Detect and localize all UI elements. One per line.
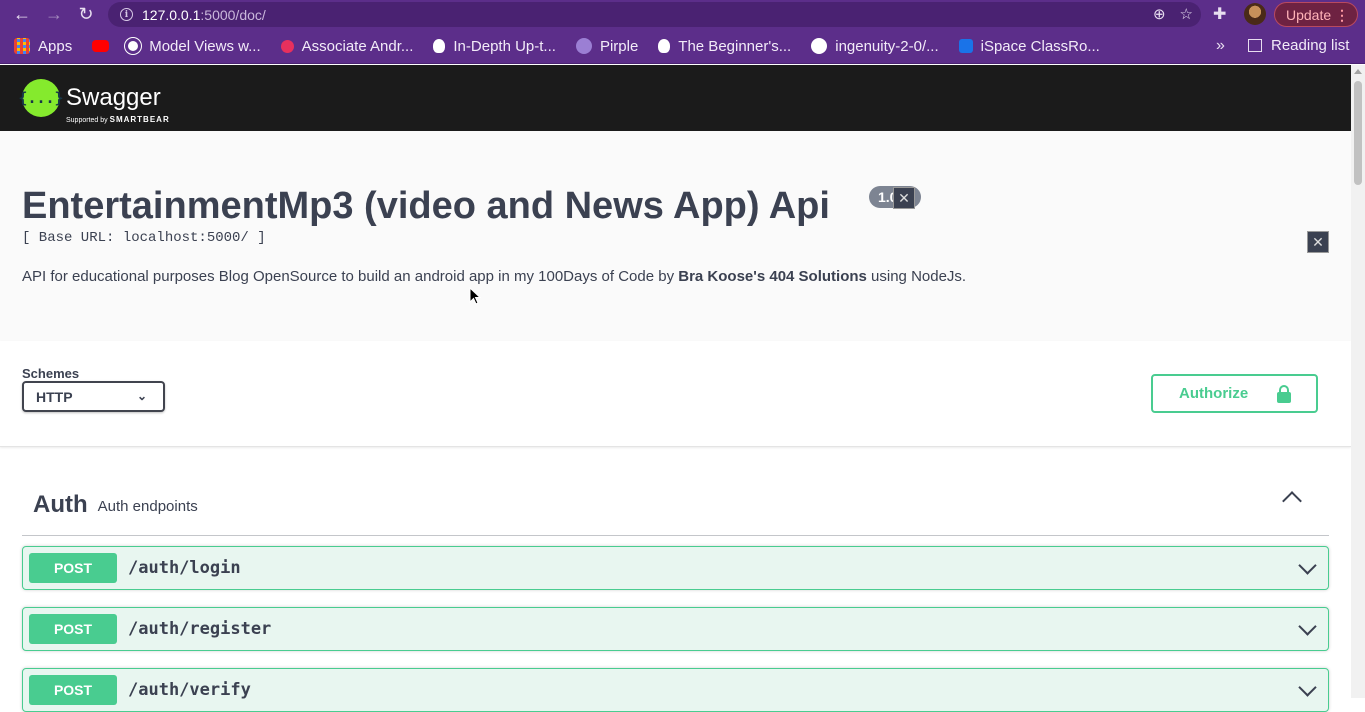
tag-description: Auth endpoints bbox=[97, 498, 198, 515]
bookmark-in-depth[interactable]: In-Depth Up-t... bbox=[433, 38, 556, 55]
description-text: using NodeJs. bbox=[866, 268, 967, 285]
schemes-selected: HTTP bbox=[36, 388, 73, 405]
bookmark-pirple[interactable]: Pirple bbox=[575, 37, 639, 55]
swagger-topbar: {...} Swagger Supported by SMARTBEAR bbox=[0, 65, 1351, 131]
bookmark-label: Pirple bbox=[599, 37, 639, 55]
bookmark-star-icon[interactable]: ☆ bbox=[1180, 5, 1193, 23]
apps-grid-icon bbox=[14, 38, 30, 54]
avatar[interactable] bbox=[1244, 3, 1266, 25]
owl-icon bbox=[658, 39, 671, 53]
github-icon bbox=[811, 38, 828, 54]
browser-toolbar: ← → ↻ i 127.0.0.1:5000/doc/ ⊕ ☆ ✚ Update… bbox=[0, 0, 1365, 29]
bookmark-label: The Beginner's... bbox=[678, 37, 792, 55]
reading-list-icon bbox=[1248, 39, 1262, 52]
address-bar[interactable]: i 127.0.0.1:5000/doc/ ⊕ ☆ bbox=[108, 2, 1201, 27]
bookmark-ingenuity[interactable]: ingenuity-2-0/... bbox=[811, 37, 939, 55]
description-author: Bra Koose's 404 Solutions bbox=[678, 268, 867, 285]
info-icon[interactable]: i bbox=[120, 8, 133, 21]
bookmark-label: In-Depth Up-t... bbox=[453, 37, 556, 55]
operation-path: /auth/verify bbox=[128, 680, 251, 700]
classroom-icon bbox=[958, 39, 973, 53]
chevron-up-icon[interactable] bbox=[1282, 491, 1302, 511]
url-host: 127.0.0.1 bbox=[142, 6, 201, 23]
authorize-label: Authorize bbox=[1179, 385, 1249, 402]
bookmark-model-views[interactable]: Model Views w... bbox=[125, 37, 261, 55]
bookmark-ispace[interactable]: iSpace ClassRo... bbox=[958, 37, 1100, 55]
update-button[interactable]: Update ⋮ bbox=[1274, 2, 1358, 27]
bookmark-label: Model Views w... bbox=[149, 37, 261, 55]
reload-button[interactable]: ↻ bbox=[70, 0, 102, 29]
mouse-cursor-icon bbox=[469, 287, 481, 305]
zoom-icon[interactable]: ⊕ bbox=[1153, 5, 1166, 23]
play-icon bbox=[280, 39, 294, 53]
youtube-icon bbox=[92, 40, 110, 52]
page-title: EntertainmentMp3 (video and News App) Ap… bbox=[22, 185, 830, 227]
pirple-icon bbox=[575, 38, 592, 54]
authorize-button[interactable]: Authorize bbox=[1151, 374, 1318, 413]
broken-image-icon: ✕ bbox=[893, 187, 915, 209]
forward-button[interactable]: → bbox=[38, 0, 70, 29]
schemes-container bbox=[0, 341, 1351, 447]
globe-icon bbox=[125, 38, 142, 54]
description-text: API for educational purposes Blog OpenSo… bbox=[22, 268, 679, 285]
chevron-down-icon: ⌄ bbox=[136, 389, 147, 403]
bookmark-associate-android[interactable]: Associate Andr... bbox=[280, 37, 414, 55]
swagger-logo-icon[interactable]: {...} bbox=[18, 79, 64, 117]
operation-row[interactable]: POST /auth/login bbox=[22, 546, 1329, 590]
bookmark-youtube[interactable] bbox=[92, 40, 117, 52]
broken-image-icon: ✕ bbox=[1307, 231, 1329, 253]
method-badge: POST bbox=[29, 614, 117, 644]
extensions-icon[interactable]: ✚ bbox=[1213, 4, 1226, 24]
page-scrollbar[interactable] bbox=[1351, 65, 1365, 698]
chevron-down-icon[interactable] bbox=[1298, 617, 1317, 636]
method-badge: POST bbox=[29, 553, 117, 583]
reading-list-label: Reading list bbox=[1271, 37, 1350, 54]
scrollbar-thumb[interactable] bbox=[1354, 81, 1362, 185]
bookmark-label: ingenuity-2-0/... bbox=[835, 37, 939, 55]
bookmark-label: Associate Andr... bbox=[301, 37, 414, 55]
tag-name: Auth bbox=[33, 490, 88, 518]
url-path: :5000/doc/ bbox=[200, 6, 266, 23]
menu-dots-icon[interactable]: ⋮ bbox=[1335, 7, 1349, 24]
bookmark-label: Apps bbox=[38, 37, 73, 55]
supported-by: Supported by SMARTBEAR bbox=[66, 115, 170, 124]
back-button[interactable]: ← bbox=[6, 0, 38, 29]
schemes-select[interactable]: HTTP ⌄ bbox=[22, 381, 165, 412]
method-badge: POST bbox=[29, 675, 117, 705]
lock-icon bbox=[1277, 385, 1291, 403]
operation-row[interactable]: POST /auth/register bbox=[22, 607, 1329, 651]
chevron-down-icon[interactable] bbox=[1298, 556, 1317, 575]
bookmark-label: iSpace ClassRo... bbox=[980, 37, 1100, 55]
owl-icon bbox=[433, 39, 446, 53]
base-url: [ Base URL: localhost:5000/ ] bbox=[22, 230, 266, 246]
swagger-logo[interactable]: Swagger Supported by SMARTBEAR bbox=[66, 84, 169, 124]
bookmarks-bar: Apps Model Views w... Associate Andr... … bbox=[0, 29, 1365, 64]
schemes-label: Schemes bbox=[22, 366, 80, 381]
reading-list-button[interactable]: Reading list bbox=[1248, 37, 1349, 54]
update-label: Update bbox=[1286, 6, 1332, 23]
operation-path: /auth/register bbox=[128, 619, 272, 639]
tag-auth-header[interactable]: Auth Auth endpoints bbox=[22, 474, 1329, 536]
operation-path: /auth/login bbox=[128, 558, 241, 578]
more-bookmarks-icon[interactable]: » bbox=[1216, 37, 1225, 55]
swagger-page: {...} Swagger Supported by SMARTBEAR bbox=[0, 65, 1351, 698]
chevron-down-icon[interactable] bbox=[1298, 678, 1317, 697]
bookmark-apps[interactable]: Apps bbox=[14, 38, 72, 55]
bookmark-beginners[interactable]: The Beginner's... bbox=[658, 38, 791, 55]
operation-row[interactable]: POST /auth/verify bbox=[22, 668, 1329, 712]
scroll-up-icon[interactable] bbox=[1354, 69, 1362, 74]
swagger-brand: Swagger bbox=[66, 84, 161, 111]
api-description: API for educational purposes Blog OpenSo… bbox=[22, 268, 966, 285]
